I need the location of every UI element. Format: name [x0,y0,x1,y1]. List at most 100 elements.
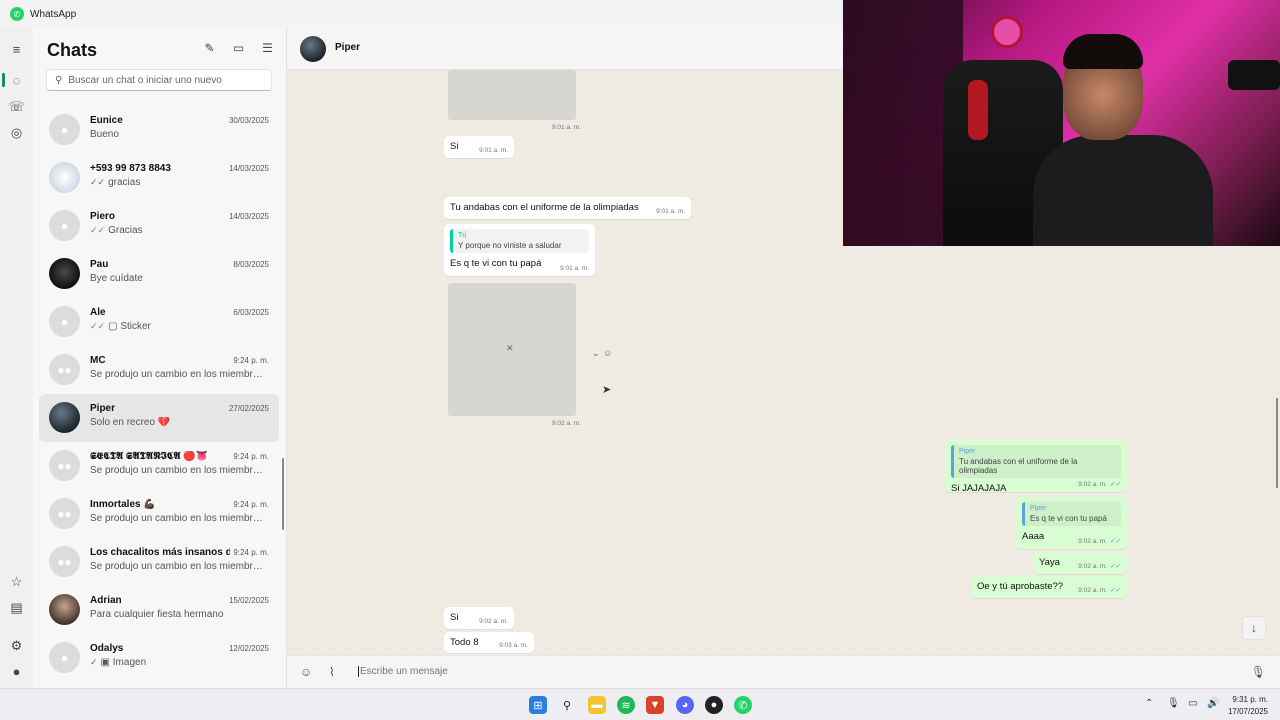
label-icon[interactable]: ▭ [232,41,245,55]
chat-item[interactable]: ●● MC 9:24 p. m. Se produjo un cambio en… [39,346,279,394]
incoming-reply-message[interactable]: Tú Y porque no viniste a saludar Es q te… [444,224,595,276]
active-indicator [2,73,5,87]
settings-icon[interactable]: ⚙ [8,637,25,654]
windows-start-icon[interactable]: ⊞ [529,696,547,714]
streamer [1033,34,1213,246]
clock[interactable]: 9:31 p. m. 17/07/2025 [1228,694,1268,718]
quoted-message[interactable]: Piper Es q te vi con tu papá [1022,502,1121,526]
chat-date: 14/03/2025 [228,212,269,221]
chat-name: Los chacalitos más insanos de... [90,547,230,558]
double-check-icon: ✓✓ [1110,563,1121,570]
menu-icon[interactable]: ≡ [8,41,25,58]
attach-icon[interactable]: ⌇ [329,665,335,679]
archive-icon[interactable]: ▤ [8,599,25,616]
chat-preview: Para cualquier fiesta hermano [90,609,224,620]
app-title: WhatsApp [30,8,77,20]
chat-item[interactable]: Pau 8/03/2025 Bye cuídate [39,250,279,298]
double-check-icon: ✓✓ [90,177,106,187]
chat-date: 9:24 p. m. [233,548,269,557]
chat-item-selected[interactable]: Piper 27/02/2025 Solo en recreo 💔 [39,394,279,442]
new-chat-icon[interactable]: ✎ [203,41,216,55]
message-text: Si [450,612,459,623]
chat-item[interactable]: ● Piero 14/03/2025 ✓✓ Gracias [39,202,279,250]
microphone-icon[interactable]: 🎙 [1251,665,1266,679]
emoji-icon[interactable]: ☺ [300,665,312,679]
message-options-chevron-icon[interactable]: ⌄ [592,348,600,359]
tray-mic-icon[interactable]: 🎙 [1167,698,1180,709]
chat-date: 12/02/2025 [228,644,269,653]
network-icon[interactable]: ▭ [1188,698,1197,709]
double-check-icon: ✓✓ [1110,538,1121,545]
chat-item[interactable]: ● Ale 6/03/2025 ✓✓ ▢ Sticker [39,298,279,346]
incoming-message[interactable]: Si 9:01 a. m. [444,136,514,158]
profile-avatar-icon[interactable]: ● [8,663,25,680]
chats-icon[interactable]: ◌ [8,72,25,89]
incoming-message[interactable]: Si 9:02 a. m. [444,607,514,629]
message-time: 9:01 a. m. [656,208,685,215]
scroll-down-button[interactable]: ↓ [1242,616,1266,640]
incoming-message[interactable]: Todo 8 9:03 a. m. [444,632,534,653]
chat-item[interactable]: Adrian 15/02/2025 Para cualquier fiesta … [39,586,279,634]
contact-name[interactable]: Piper [335,42,360,53]
avatar [49,402,80,433]
chat-item[interactable]: +593 99 873 8843 14/03/2025 ✓✓ gracias [39,154,279,202]
chat-item[interactable]: ● Odalys 12/02/2025 ✓ ▣ Imagen [39,634,279,682]
outgoing-message[interactable]: Yaya 9:02 a. m. ✓✓ [1033,552,1127,574]
search-input[interactable]: ⚲ Buscar un chat o iniciar uno nuevo [46,69,272,91]
volume-icon[interactable]: 🔊 [1207,698,1219,709]
arrow-down-icon: ↓ [1251,621,1257,635]
tray-chevron-icon[interactable]: ⌃ [1145,698,1153,709]
chat-item[interactable]: ● Eunice 30/03/2025 Bueno [39,106,279,154]
react-emoji-icon[interactable]: ☺ [603,348,612,358]
chat-preview: Solo en recreo 💔 [90,417,171,428]
chat-item[interactable]: ●● Inmortales 💪🏿 9:24 p. m. Se produjo u… [39,490,279,538]
chat-name: Piper [90,403,116,414]
obs-icon[interactable]: ● [705,696,723,714]
quoted-message[interactable]: Tú Y porque no viniste a saludar [450,229,589,253]
message-time: 9:03 a. m. [499,642,528,649]
double-check-icon: ✓✓ [90,225,106,235]
quoted-author: Piper [959,448,976,455]
chat-item[interactable]: ●● Los chacalitos más insanos de... 9:24… [39,538,279,586]
starred-icon[interactable]: ☆ [8,573,25,590]
outgoing-message[interactable]: Oe y tú aprobaste?? 9:02 a. m. ✓✓ [971,576,1127,598]
outgoing-reply-message[interactable]: Piper Es q te vi con tu papá Aaaa 9:02 a… [1016,497,1127,549]
message-input[interactable]: Escribe un mensaje [358,666,448,677]
chat-item[interactable]: ●● 𝕾𝕰𝕮𝕿𝕬 𝕾𝕬𝕿𝕬𝕹𝕴𝕮𝕬 🔴👅 9:24 p. m. Se produ… [39,442,279,490]
chat-name: Piero [90,211,116,222]
conversation-scrollbar[interactable] [1276,398,1278,488]
webcam-overlay [843,0,1280,246]
check-icon: ✓ [90,657,98,667]
image-message[interactable] [448,70,576,120]
spotify-icon[interactable]: ≋ [617,696,635,714]
chat-date: 8/03/2025 [233,260,269,269]
message-time: 9:02 a. m. ✓✓ [1078,481,1121,488]
message-text: Todo 8 [450,637,479,648]
message-time: 9:02 a. m. [479,618,508,625]
message-text: Oe y tú aprobaste?? [977,581,1064,592]
calls-icon[interactable]: ☏ [8,98,25,115]
chat-name: MC [90,355,106,366]
image-message-loading[interactable]: ✕ [448,283,576,416]
contact-avatar[interactable] [300,36,326,62]
filter-icon[interactable]: ☰ [261,41,274,55]
outgoing-reply-message[interactable]: Piper Tu andabas con el uniforme de la o… [945,440,1127,494]
whatsapp-taskbar-icon[interactable]: ✆ [734,696,752,714]
chat-date: 9:24 p. m. [233,356,269,365]
quoted-author: Piper [1030,505,1047,512]
incoming-message[interactable]: Tu andabas con el uniforme de la olimpia… [444,197,691,219]
chat-preview: Se produjo un cambio en los miembros... [90,369,268,380]
message-text: Yaya [1039,557,1060,568]
chat-list-scrollbar[interactable] [282,458,284,530]
chat-preview: Se produjo un cambio en los miembros... [90,513,268,524]
quoted-message[interactable]: Piper Tu andabas con el uniforme de la o… [951,445,1121,478]
discord-icon[interactable]: ◕ [676,696,694,714]
avatar [49,162,80,193]
status-icon[interactable]: ◎ [8,124,25,141]
message-time: 9:02 a. m. ✓✓ [1078,563,1121,570]
chat-name: Pau [90,259,109,270]
file-explorer-icon[interactable]: ▬ [588,696,606,714]
message-text: Tu andabas con el uniforme de la olimpia… [450,202,639,213]
search-taskbar-icon[interactable]: ⚲ [558,696,576,714]
brave-icon[interactable]: ▼ [646,696,664,714]
